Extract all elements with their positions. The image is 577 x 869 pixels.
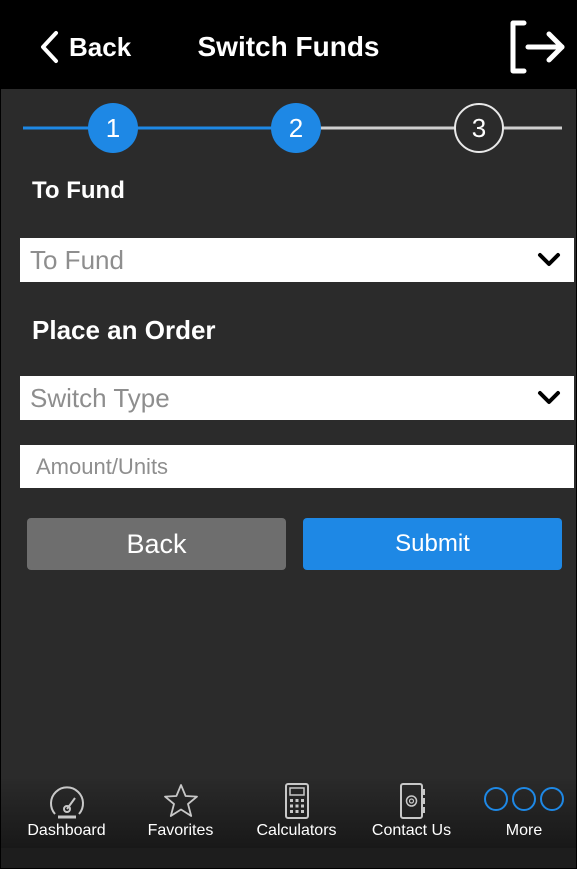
- to-fund-select[interactable]: To Fund: [20, 238, 574, 282]
- contact-book-icon: [399, 783, 425, 819]
- tab-more[interactable]: More: [469, 779, 576, 849]
- tab-favorites[interactable]: Favorites: [123, 779, 238, 849]
- submit-button[interactable]: Submit: [303, 518, 562, 570]
- to-fund-heading: To Fund: [32, 177, 125, 204]
- star-icon: [163, 784, 198, 817]
- tab-favorites-label: Favorites: [147, 822, 214, 839]
- step-3-number: 3: [471, 112, 487, 143]
- step-2: 2: [271, 103, 321, 153]
- step-1: 1: [88, 103, 138, 153]
- dashboard-gauge-icon: [49, 786, 84, 819]
- step-2-number: 2: [288, 112, 304, 143]
- chevron-left-icon: [41, 31, 58, 63]
- chevron-down-icon: [538, 391, 560, 404]
- chevron-down-icon: [538, 253, 560, 266]
- more-circles-icon: [484, 787, 564, 811]
- back-button[interactable]: Back: [27, 518, 286, 570]
- logout-icon: [510, 20, 565, 74]
- navigation-bar: Back Switch Funds: [1, 1, 576, 89]
- tab-contact-us[interactable]: Contact Us: [354, 779, 469, 849]
- step-1-number: 1: [105, 112, 121, 143]
- app-frame: Back Switch Funds 1 2 3 To Fund To Fund …: [0, 0, 577, 869]
- switch-type-placeholder: Switch Type: [30, 382, 170, 413]
- tabbar-bottom-strip: [1, 848, 576, 868]
- tab-dashboard[interactable]: Dashboard: [9, 779, 124, 849]
- nav-back-label: Back: [69, 31, 132, 62]
- switch-type-select[interactable]: Switch Type: [20, 376, 574, 420]
- tab-dashboard-label: Dashboard: [27, 822, 106, 839]
- to-fund-placeholder: To Fund: [30, 244, 124, 275]
- place-order-heading: Place an Order: [32, 315, 216, 345]
- tab-more-label: More: [505, 822, 543, 839]
- amount-units-input[interactable]: [20, 445, 574, 488]
- step-indicator: 1 2 3: [1, 101, 576, 157]
- step-3: 3: [454, 103, 504, 153]
- tab-contact-us-label: Contact Us: [371, 822, 452, 839]
- tab-calculators-label: Calculators: [256, 822, 337, 839]
- calculator-icon: [284, 783, 309, 819]
- logout-button[interactable]: [504, 15, 568, 79]
- nav-back-button[interactable]: Back: [37, 27, 131, 67]
- tab-calculators[interactable]: Calculators: [239, 779, 354, 849]
